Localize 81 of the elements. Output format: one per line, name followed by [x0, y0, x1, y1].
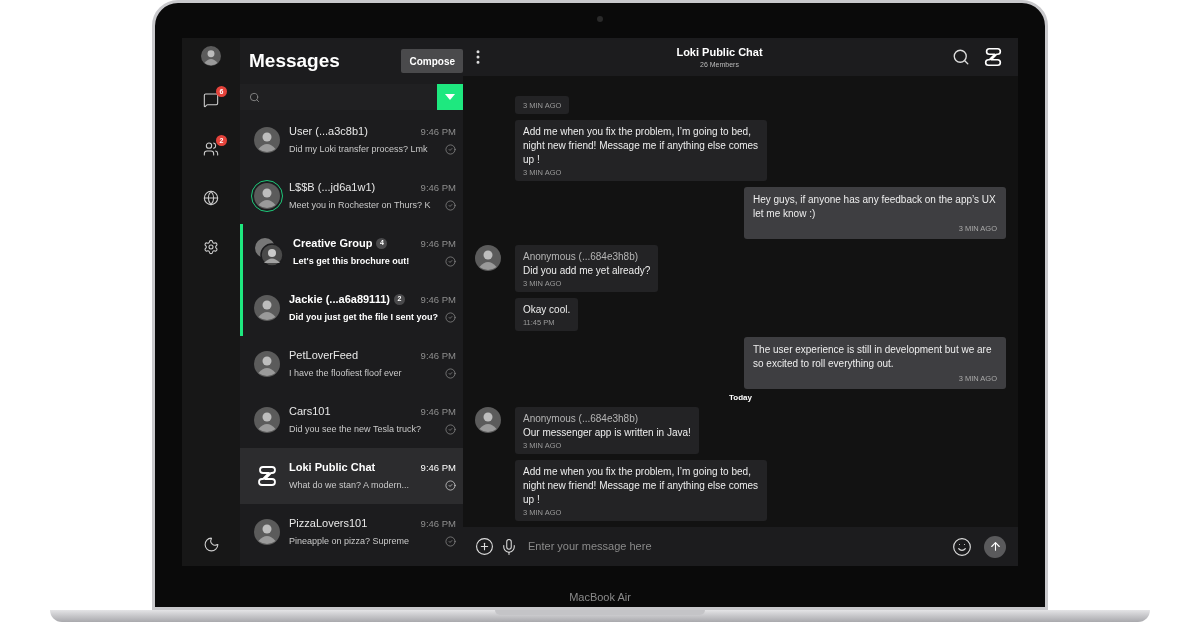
message-input[interactable]: Enter your message here: [528, 538, 946, 555]
avatar: [254, 351, 280, 377]
caret-icon: [445, 94, 455, 100]
conversation-name: User (...a3c8b1): [289, 125, 368, 138]
message-time: 9:46 PM: [420, 237, 456, 250]
conversation-item[interactable]: User (...a3c8b1) 9:46 PM Did my Loki transfer process? Lmk: [240, 112, 463, 168]
message-time: 9:46 PM: [420, 181, 456, 194]
conversation-item[interactable]: Cars101 9:46 PM Did you see the new Tesla truck?: [240, 392, 463, 448]
conversation-name: Loki Public Chat: [289, 461, 376, 474]
add-icon[interactable]: [475, 537, 494, 556]
search-icon: [249, 91, 260, 103]
sender-name: Anonymous (...684e3h8b): [523, 412, 640, 425]
panel-title: Messages: [249, 49, 340, 74]
check-icon: [445, 423, 456, 435]
arrow-up-icon: [988, 540, 1002, 553]
conversation-name: PizzaLovers101: [289, 517, 368, 530]
conversation-item[interactable]: PetLoverFeed 9:46 PM I have the floofiest floof ever: [240, 336, 463, 392]
conversation-item[interactable]: L$$B (...jd6a1w1) 9:46 PM Meet you in Rochester on Thurs? K: [240, 168, 463, 224]
check-icon: [445, 311, 456, 323]
avatar: [475, 244, 501, 271]
check-icon: [445, 535, 456, 547]
check-icon: [445, 255, 456, 267]
message-preview: Did you see the new Tesla truck?: [289, 423, 421, 435]
message-time: 9:46 PM: [420, 125, 456, 138]
message-preview: I have the floofiest floof ever: [289, 367, 402, 379]
search-icon[interactable]: [952, 48, 970, 66]
avatar: [254, 127, 280, 153]
logo-icon: [255, 464, 279, 488]
conversation-item[interactable]: Loki Public Chat 9:46 PM What do we stan? A modern...: [240, 448, 463, 504]
message-text: Add me when you fix the problem, I’m going to bed, night new friend! Message me if anything else comes up !: [523, 124, 759, 167]
message-text: Add me when you fix the problem, I’m going to bed, night new friend! Message me if anything else comes up !: [523, 465, 759, 507]
message-preview: Did you just get the file I sent you?: [289, 311, 438, 323]
check-icon: [445, 199, 456, 211]
message-preview: Meet you in Rochester on Thurs? K: [289, 199, 431, 211]
message-text: Did you add me yet already?: [523, 263, 651, 278]
conversation-name: Creative Group: [293, 237, 373, 250]
date-divider: Today: [729, 392, 752, 404]
conversation-name: L$$B (...jd6a1w1): [289, 181, 376, 194]
settings-icon: [203, 239, 219, 255]
chat-icon: [203, 92, 219, 108]
message-text: Hey guys, if anyone has any feedback on the app’s UX let me know :): [753, 192, 997, 221]
check-icon: [445, 367, 456, 379]
avatar: [254, 519, 280, 545]
message-preview: Let's get this brochure out!: [293, 255, 410, 267]
emoji-icon[interactable]: [952, 536, 972, 557]
message-text: Okay cool.: [523, 302, 571, 317]
message-preview: Pineapple on pizza? Supreme: [289, 535, 410, 547]
check-icon: [445, 143, 456, 155]
check-icon: [445, 479, 456, 491]
avatar: [475, 407, 501, 433]
group-avatar: [254, 237, 284, 267]
message-time: 9:46 PM: [420, 517, 456, 530]
avatar: [201, 46, 221, 66]
message-preview: What do we stan? A modern...: [289, 479, 410, 491]
message-time: 9:46 PM: [420, 405, 456, 418]
compose-button[interactable]: Compose: [401, 49, 463, 73]
search-field[interactable]: [240, 84, 437, 110]
send-button[interactable]: [984, 535, 1006, 558]
avatar: [254, 295, 280, 321]
globe-icon: [203, 190, 219, 206]
people-icon: [203, 141, 219, 157]
conversation-name: Cars101: [289, 405, 331, 418]
sender-name: Anonymous (...684e3h8b): [523, 249, 640, 263]
avatar: [254, 407, 280, 433]
message-preview: Did my Loki transfer process? Lmk: [289, 143, 428, 155]
message-text: Our messenger app is written in Java!: [523, 426, 691, 440]
avatar: [254, 183, 280, 209]
camera-icon: [597, 16, 603, 22]
message-time: 9:46 PM: [420, 293, 456, 306]
message-time: 9:46 PM: [420, 461, 456, 474]
device-label: MacBook Air: [569, 590, 631, 605]
chat-title: Loki Public Chat: [676, 44, 763, 60]
conversation-item[interactable]: PizzaLovers101 9:46 PM Pineapple on pizza? Supreme: [240, 504, 463, 560]
message-text: The user experience is still in development but we are so excited to roll everything out.: [753, 342, 993, 371]
microphone-icon[interactable]: [500, 537, 518, 556]
moon-icon: [202, 535, 220, 553]
message-composer[interactable]: Enter your message here: [463, 527, 1018, 566]
logo-icon: [982, 46, 1004, 68]
conversation-name: PetLoverFeed: [289, 349, 359, 362]
conversation-name: Jackie (...a6a89111): [289, 293, 390, 306]
message-time: 9:46 PM: [420, 349, 456, 362]
